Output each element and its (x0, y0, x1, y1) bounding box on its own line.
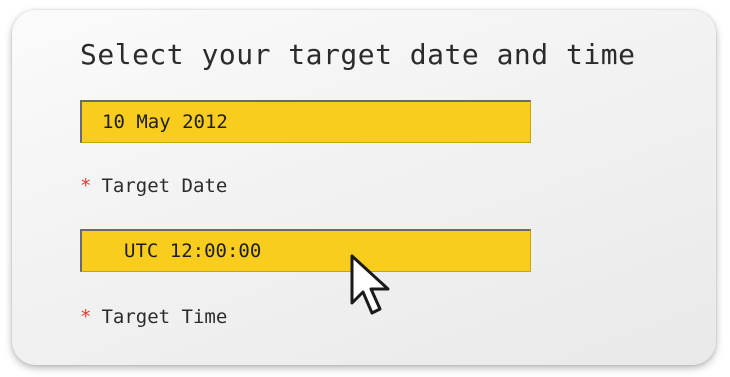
panel-title: Select your target date and time (80, 38, 636, 71)
target-time-input[interactable] (80, 229, 531, 272)
target-time-label: * Target Time (80, 306, 227, 328)
target-date-label: * Target Date (80, 175, 227, 197)
required-marker: * (80, 306, 92, 328)
target-time-label-text: Target Time (101, 306, 228, 328)
target-date-label-text: Target Date (101, 175, 228, 197)
required-marker: * (80, 175, 92, 197)
target-date-input[interactable] (80, 100, 531, 143)
mouse-pointer-icon (350, 254, 390, 315)
